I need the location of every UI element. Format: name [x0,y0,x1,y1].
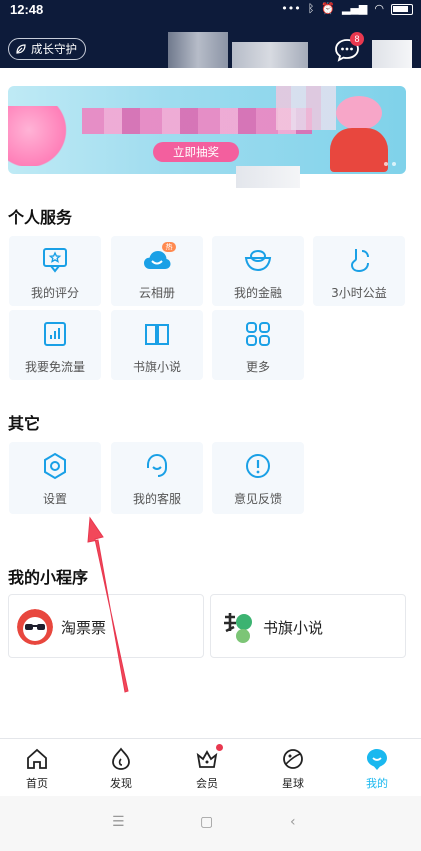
blurred-banner-caption [236,166,300,188]
menu-icon[interactable]: ☰ [112,814,125,830]
service-label: 书旗小说 [132,360,181,374]
book-icon [145,324,169,345]
blurred-avatar [168,32,228,68]
status-time: 12:48 [10,2,44,17]
tab-discover[interactable]: 发现 [86,743,156,795]
hot-badge: 热 [162,242,176,252]
tab-vip[interactable]: 会员 [172,743,242,795]
service-label: 云相册 [138,286,175,300]
service-item-rating[interactable]: 我的评分 [9,236,101,306]
others-label: 设置 [42,492,67,506]
promo-banner[interactable]: 立即抽奖 [8,86,406,174]
message-count-badge: 8 [350,32,364,46]
others-item-settings[interactable]: 设置 [9,442,101,514]
rating-icon [43,248,67,273]
planet-icon [283,749,303,769]
tab-planet[interactable]: 星球 [258,743,328,795]
personal-services-title: 个人服务 [8,208,73,227]
blurred-header-right [372,40,412,68]
leaf-icon [16,44,26,54]
mini-programs-title: 我的小程序 [8,568,89,587]
baidu-watermark [298,798,408,834]
tab-profile[interactable]: 我的 [342,743,412,795]
status-icons: ••• ᛒ ⏰ ▂▄▆ ◠ [281,2,413,16]
tab-home[interactable]: 首页 [2,743,72,795]
bottom-tab-bar: 首页 发现 会员 星球 我的 [0,738,421,796]
service-label: 3小时公益 [331,286,387,300]
home-square-icon[interactable]: ▢ [200,814,213,830]
mini-program-label: 淘票票 [61,619,107,637]
banner-cake-image [8,106,78,166]
service-item-more[interactable]: 更多 [212,310,304,380]
service-item-charity[interactable]: 3小时公益 [313,236,405,306]
profile-icon [367,749,387,770]
mini-program-shuqi[interactable]: 书旗小说 [210,594,406,658]
finance-ingot-icon [244,250,272,272]
back-icon[interactable]: ‹ [290,814,296,830]
service-label: 我的评分 [30,286,79,300]
growth-guard-label: 成长守护 [31,42,77,56]
mini-program-label: 书旗小说 [263,619,324,637]
banner-pagination [384,162,396,166]
tab-label: 发现 [110,777,132,790]
data-flow-icon [44,322,66,346]
wifi-icon: ◠ [374,2,384,15]
taopiaopiao-logo [17,609,53,645]
vip-red-dot [216,744,223,751]
tab-label: 首页 [26,777,48,790]
growth-guard-button[interactable]: 成长守护 [8,38,86,60]
service-label: 我要免流量 [24,360,85,374]
top-header: 12:48 ••• ᛒ ⏰ ▂▄▆ ◠ 成长守护 8 [0,0,421,68]
mini-program-taopiaopiao[interactable]: 淘票票 [8,594,204,658]
discover-icon [112,747,130,770]
others-title: 其它 [8,414,41,433]
service-item-cloud-album[interactable]: 热 云相册 [111,236,203,306]
home-icon [27,748,47,769]
customer-service-icon [147,453,167,477]
vip-crown-icon [196,750,218,768]
service-label: 更多 [245,360,270,374]
dots-icon: ••• [281,2,301,15]
service-label: 我的金融 [233,286,282,300]
tab-label: 星球 [282,777,304,790]
service-item-free-data[interactable]: 我要免流量 [9,310,101,380]
feedback-icon [246,454,270,478]
settings-icon [44,452,66,480]
shuqi-logo [219,609,255,645]
others-label: 意见反馈 [233,492,282,506]
more-grid-icon [246,322,270,346]
bluetooth-icon: ᛒ [307,2,315,15]
others-label: 我的客服 [132,492,181,506]
tab-label: 我的 [366,777,388,790]
tab-label: 会员 [196,777,218,790]
peppa-pig-image [326,92,396,172]
service-item-finance[interactable]: 我的金融 [212,236,304,306]
charity-icon [350,249,369,273]
status-bar: 12:48 ••• ᛒ ⏰ ▂▄▆ ◠ [0,0,421,20]
service-item-shuqi-novel[interactable]: 书旗小说 [111,310,203,380]
blurred-username [232,42,308,68]
signal-icon: ▂▄▆ [342,2,368,15]
others-item-customer-service[interactable]: 我的客服 [111,442,203,514]
draw-prize-button[interactable]: 立即抽奖 [153,142,239,162]
battery-icon [391,3,413,15]
alarm-icon: ⏰ [321,2,335,15]
others-item-feedback[interactable]: 意见反馈 [212,442,304,514]
